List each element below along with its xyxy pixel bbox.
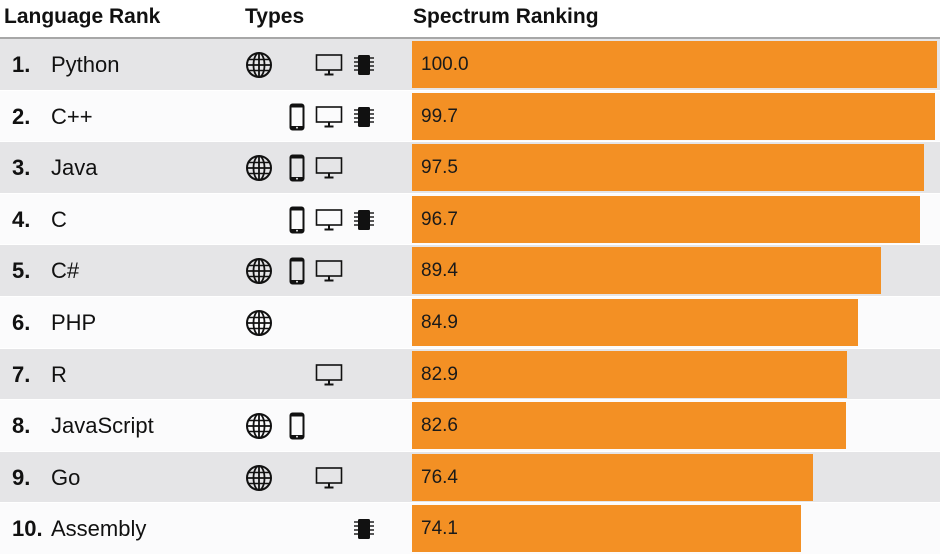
- bar-track: 99.7: [412, 92, 937, 140]
- rank-number: 1.: [12, 52, 31, 77]
- bar: [412, 144, 924, 192]
- rank-number: 4.: [12, 206, 31, 232]
- bar-track: 82.6: [412, 402, 937, 450]
- rank-number: 7.: [12, 361, 31, 387]
- bar-value-label: 82.9: [421, 363, 458, 385]
- desktop-monitor-icon: [315, 257, 343, 285]
- desktop-monitor-icon: [315, 154, 343, 182]
- language-name: C: [51, 206, 67, 232]
- table-row-python[interactable]: 1. Python 100.0: [0, 39, 940, 91]
- globe-icon: [245, 309, 273, 337]
- smartphone-icon: [283, 103, 311, 131]
- header-language-rank[interactable]: Language Rank: [4, 0, 160, 36]
- language-name: PHP: [51, 309, 97, 335]
- chip-icon: [350, 51, 378, 79]
- bar-value-label: 99.7: [421, 105, 458, 127]
- language-name: JavaScript: [51, 413, 154, 439]
- bar-track: 100.0: [412, 41, 937, 88]
- chip-icon: [350, 103, 378, 131]
- bar-value-label: 84.9: [421, 311, 458, 333]
- rank-number: 6.: [12, 309, 31, 335]
- header-types[interactable]: Types: [245, 0, 304, 36]
- rank-number: 2.: [12, 103, 31, 129]
- smartphone-icon: [283, 154, 311, 182]
- chip-icon: [350, 515, 378, 543]
- bar-track: 76.4: [412, 453, 937, 501]
- bar: [412, 92, 936, 140]
- table-row-java[interactable]: 3. Java 97.5: [0, 142, 940, 194]
- bar-track: 74.1: [412, 505, 937, 553]
- smartphone-icon: [283, 206, 311, 234]
- ranking-table: 1. Python 100.0 2. C++ 99.7 3. Java 97.5…: [0, 39, 940, 555]
- chip-icon: [350, 206, 378, 234]
- bar: [412, 350, 848, 398]
- bar: [412, 402, 846, 450]
- bar: [412, 41, 937, 88]
- rank-number: 8.: [12, 413, 31, 439]
- rank-number: 3.: [12, 155, 31, 181]
- desktop-monitor-icon: [315, 51, 343, 79]
- globe-icon: [245, 257, 273, 285]
- bar-value-label: 82.6: [421, 415, 458, 437]
- bar-value-label: 76.4: [421, 466, 458, 488]
- globe-icon: [245, 464, 273, 492]
- language-name: C++: [51, 103, 93, 129]
- bar-track: 84.9: [412, 298, 937, 346]
- bar: [412, 247, 882, 295]
- rank-number: 9.: [12, 464, 31, 490]
- bar-track: 96.7: [412, 195, 937, 243]
- language-name: Java: [51, 155, 98, 181]
- bar-value-label: 96.7: [421, 208, 458, 230]
- bar: [412, 453, 814, 501]
- bar-track: 82.9: [412, 350, 937, 398]
- table-row-go[interactable]: 9. Go 76.4: [0, 451, 940, 504]
- bar-value-label: 100.0: [421, 54, 469, 75]
- globe-icon: [245, 412, 273, 440]
- language-name: Assembly: [51, 516, 147, 542]
- header-spectrum-ranking[interactable]: Spectrum Ranking: [413, 0, 599, 36]
- globe-icon: [245, 51, 273, 79]
- table-row-c[interactable]: 4. C 96.7: [0, 193, 940, 246]
- desktop-monitor-icon: [315, 464, 343, 492]
- rank-number: 10.: [12, 516, 43, 542]
- table-row-c-[interactable]: 5. C# 89.4: [0, 245, 940, 297]
- desktop-monitor-icon: [315, 361, 343, 389]
- bar: [412, 195, 920, 243]
- smartphone-icon: [283, 412, 311, 440]
- table-row-r[interactable]: 7. R 82.9: [0, 348, 940, 401]
- bar-track: 89.4: [412, 247, 937, 295]
- language-name: R: [51, 361, 67, 387]
- bar: [412, 298, 858, 346]
- globe-icon: [245, 154, 273, 182]
- desktop-monitor-icon: [315, 206, 343, 234]
- desktop-monitor-icon: [315, 103, 343, 131]
- bar-value-label: 97.5: [421, 157, 458, 179]
- language-name: Go: [51, 464, 81, 490]
- bar-track: 97.5: [412, 144, 937, 192]
- language-name: Python: [51, 52, 120, 77]
- rank-number: 5.: [12, 258, 31, 284]
- language-name: C#: [51, 258, 80, 284]
- table-row-php[interactable]: 6. PHP 84.9: [0, 296, 940, 349]
- smartphone-icon: [283, 257, 311, 285]
- table-row-c-[interactable]: 2. C++ 99.7: [0, 90, 940, 143]
- bar-value-label: 89.4: [421, 260, 458, 282]
- bar-value-label: 74.1: [421, 518, 458, 540]
- table-row-javascript[interactable]: 8. JavaScript 82.6: [0, 400, 940, 452]
- table-row-assembly[interactable]: 10. Assembly 74.1: [0, 503, 940, 555]
- bar: [412, 505, 802, 553]
